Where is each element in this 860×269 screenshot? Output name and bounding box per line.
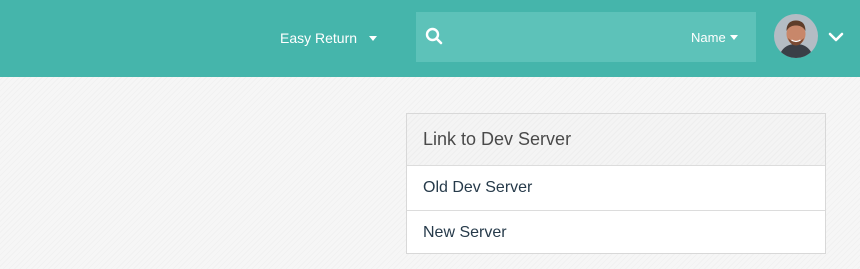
- search-icon: [425, 27, 443, 45]
- caret-down-icon: [369, 35, 378, 41]
- list-item-old-dev-server[interactable]: Old Dev Server: [407, 166, 825, 210]
- organization-dropdown-label: Easy Return: [280, 30, 358, 46]
- top-navbar: Easy Return Name: [0, 0, 860, 77]
- panel-title: Link to Dev Server: [407, 114, 825, 166]
- search-bar: Name: [416, 12, 756, 62]
- user-avatar[interactable]: [774, 14, 818, 58]
- organization-dropdown[interactable]: Easy Return: [280, 27, 378, 49]
- caret-down-icon: [729, 34, 738, 40]
- search-input[interactable]: [456, 22, 666, 52]
- avatar-photo-icon: [774, 14, 818, 58]
- chevron-down-icon[interactable]: [828, 31, 844, 43]
- link-to-dev-server-panel: Link to Dev Server Old Dev Server New Se…: [406, 113, 826, 254]
- search-filter-label: Name: [691, 29, 726, 45]
- list-item-new-server[interactable]: New Server: [407, 210, 825, 254]
- search-filter-dropdown[interactable]: Name: [691, 29, 738, 45]
